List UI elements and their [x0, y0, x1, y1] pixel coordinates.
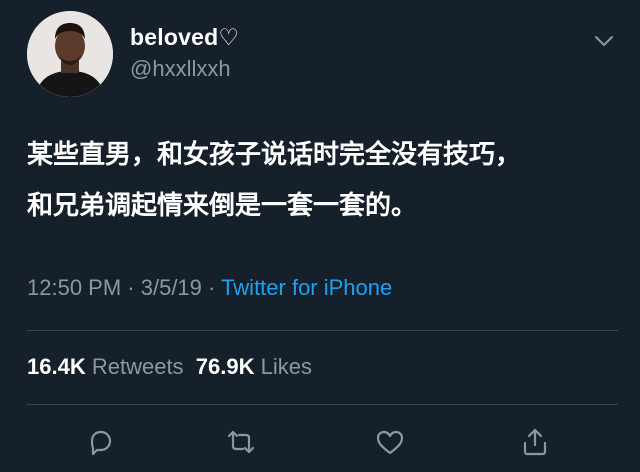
likes-count: 76.9K	[195, 354, 255, 379]
tweet-time[interactable]: 12:50 PM	[27, 275, 121, 300]
divider	[27, 404, 618, 405]
display-name[interactable]: beloved♡	[130, 24, 239, 51]
retweets-count: 16.4K	[27, 354, 86, 379]
likes-label: Likes	[260, 354, 312, 379]
tweet-text: 某些直男，和女孩子说话时完全没有技巧， 和兄弟调起情来倒是一套一套的。	[27, 130, 617, 232]
meta-separator: ·	[201, 275, 222, 300]
likes-stat[interactable]: 76.9K Likes	[196, 354, 312, 379]
reply-icon[interactable]	[82, 424, 118, 460]
tweet-text-line: 和兄弟调起情来倒是一套一套的。	[27, 191, 418, 221]
tweet-text-line: 某些直男，和女孩子说话时完全没有技巧，	[27, 140, 522, 170]
share-icon[interactable]	[517, 424, 553, 460]
avatar[interactable]	[27, 11, 113, 97]
chevron-down-icon[interactable]	[592, 32, 616, 50]
tweet-source-link[interactable]: Twitter for iPhone	[221, 275, 392, 300]
user-handle[interactable]: @hxxllxxh	[130, 56, 231, 82]
meta-separator: ·	[121, 275, 141, 300]
tweet-meta: 12:50 PM · 3/5/19 · Twitter for iPhone	[27, 275, 392, 301]
retweet-icon[interactable]	[223, 424, 259, 460]
divider	[27, 330, 618, 331]
heart-icon[interactable]	[372, 424, 408, 460]
retweets-stat[interactable]: 16.4K Retweets	[27, 354, 184, 379]
tweet-stats: 16.4K Retweets 76.9K Likes	[27, 354, 312, 380]
tweet-date[interactable]: 3/5/19	[141, 275, 202, 300]
retweets-label: Retweets	[91, 354, 184, 379]
